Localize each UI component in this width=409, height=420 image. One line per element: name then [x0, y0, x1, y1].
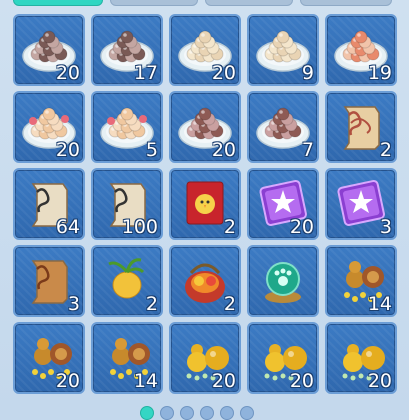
item-count: 20	[289, 216, 314, 238]
item-count: 20	[211, 370, 236, 392]
page-dot[interactable]	[200, 406, 214, 420]
inventory-slot[interactable]	[247, 245, 319, 317]
inventory-slot[interactable]: 14	[91, 322, 163, 394]
paw-crystal-orb-icon	[265, 262, 301, 303]
item-count: 64	[55, 216, 80, 238]
item-count: 100	[121, 216, 158, 238]
item-count: 3	[379, 216, 392, 238]
item-count: 14	[133, 370, 158, 392]
inventory-slot[interactable]: 14	[325, 245, 397, 317]
inventory-slot[interactable]: 20	[247, 168, 319, 240]
page-dot[interactable]	[180, 406, 194, 420]
inventory-slot[interactable]: 20	[13, 322, 85, 394]
inventory-slot[interactable]: 2	[169, 168, 241, 240]
item-count: 2	[223, 216, 236, 238]
item-count: 2	[379, 139, 392, 161]
item-count: 17	[133, 62, 158, 84]
page-dot[interactable]	[240, 406, 254, 420]
inventory-slot[interactable]: 20	[169, 14, 241, 86]
item-count: 3	[67, 293, 80, 315]
item-count: 20	[367, 370, 392, 392]
tab-active[interactable]	[13, 0, 103, 6]
inventory-grid: 20 17 20 9 19 20 5 20 7 2 64 100 2 20 3 3 2 2 14	[13, 14, 397, 394]
inventory-slot[interactable]: 3	[325, 168, 397, 240]
inventory-slot[interactable]: 20	[13, 91, 85, 163]
inventory-slot[interactable]: 19	[325, 14, 397, 86]
inventory-slot[interactable]: 20	[169, 322, 241, 394]
inventory-slot[interactable]: 64	[13, 168, 85, 240]
inventory-slot[interactable]: 2	[169, 245, 241, 317]
item-count: 2	[223, 293, 236, 315]
item-count: 2	[145, 293, 158, 315]
inventory-slot[interactable]: 5	[91, 91, 163, 163]
top-tab-bar	[0, 0, 409, 6]
item-count: 20	[211, 139, 236, 161]
inventory-slot[interactable]: 2	[325, 91, 397, 163]
tab-4[interactable]	[300, 0, 392, 6]
tab-3[interactable]	[205, 0, 293, 6]
page-dot[interactable]	[220, 406, 234, 420]
inventory-slot[interactable]: 100	[91, 168, 163, 240]
inventory-slot[interactable]: 17	[91, 14, 163, 86]
inventory-slot[interactable]: 20	[325, 322, 397, 394]
inventory-slot[interactable]: 3	[13, 245, 85, 317]
item-count: 20	[55, 62, 80, 84]
inventory-slot[interactable]: 9	[247, 14, 319, 86]
item-count: 5	[145, 139, 158, 161]
page-dot[interactable]	[140, 406, 154, 420]
item-count: 9	[301, 62, 314, 84]
item-count: 14	[367, 293, 392, 315]
item-count: 20	[55, 370, 80, 392]
page-dot[interactable]	[160, 406, 174, 420]
item-count: 7	[301, 139, 314, 161]
inventory-slot[interactable]: 20	[13, 14, 85, 86]
tab-2[interactable]	[110, 0, 198, 6]
page-indicator	[140, 406, 254, 420]
inventory-slot[interactable]: 7	[247, 91, 319, 163]
item-count: 20	[55, 139, 80, 161]
inventory-slot[interactable]: 2	[91, 245, 163, 317]
item-count: 20	[211, 62, 236, 84]
inventory-slot[interactable]: 20	[169, 91, 241, 163]
item-count: 20	[289, 370, 314, 392]
item-count: 19	[367, 62, 392, 84]
inventory-slot[interactable]: 20	[247, 322, 319, 394]
